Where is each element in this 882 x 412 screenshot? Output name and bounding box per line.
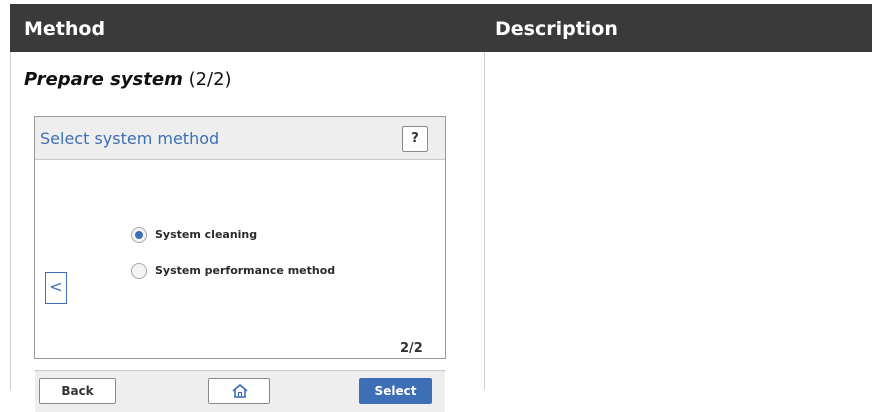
- screen-footer: Back Select: [35, 370, 445, 412]
- option-label: System performance method: [155, 264, 336, 277]
- screen-header: Select system method ?: [35, 117, 445, 160]
- page-indicator: 2/2: [400, 341, 423, 356]
- method-column-header: Method: [24, 18, 106, 40]
- help-button[interactable]: ?: [402, 126, 428, 152]
- table-left-border: [10, 52, 11, 390]
- radio-unselected-icon[interactable]: [131, 263, 147, 279]
- step-title-bold: Prepare system: [24, 69, 183, 90]
- table-body: Prepare system (2/2) Select system metho…: [10, 52, 872, 412]
- option-label: System cleaning: [155, 228, 258, 241]
- question-icon: ?: [411, 131, 419, 146]
- method-table: Method Description Prepare system (2/2) …: [10, 0, 872, 412]
- instrument-screen: Select system method ? System cleaning S…: [34, 116, 446, 412]
- step-title-suffix: (2/2): [182, 69, 232, 90]
- home-button[interactable]: [208, 378, 270, 404]
- select-button[interactable]: Select: [359, 378, 432, 404]
- column-divider: [484, 52, 485, 390]
- table-header: Method Description: [10, 4, 872, 52]
- chevron-left-icon: <: [49, 277, 63, 296]
- description-column-header: Description: [495, 18, 618, 40]
- step-title: Prepare system (2/2): [24, 69, 232, 90]
- previous-page-button[interactable]: <: [45, 272, 67, 304]
- screen-title: Select system method: [40, 129, 220, 148]
- back-button[interactable]: Back: [39, 378, 116, 404]
- home-icon: [232, 384, 248, 398]
- radio-selected-icon[interactable]: [131, 227, 147, 243]
